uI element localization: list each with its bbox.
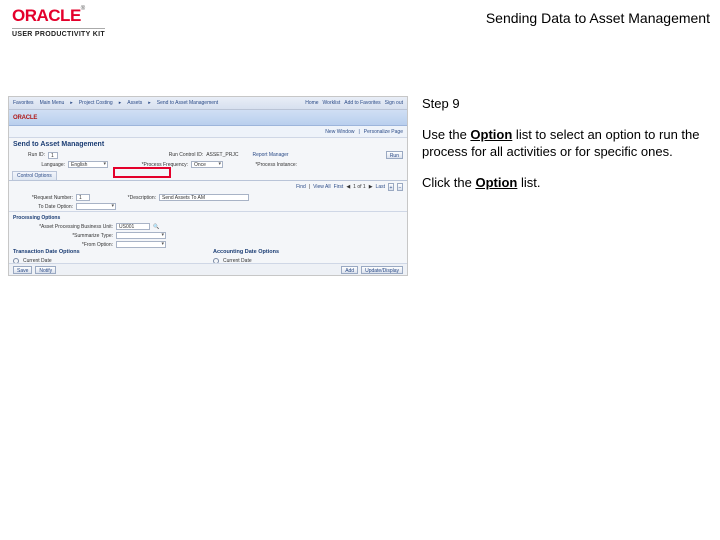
- logo-tm: ®: [81, 6, 85, 12]
- nav-last[interactable]: Last: [376, 184, 385, 190]
- app-top-nav: Favorites Main Menu ▸ Project Costing ▸ …: [9, 97, 407, 110]
- nav-assets[interactable]: Assets: [127, 100, 142, 106]
- field-desc[interactable]: Send Assets To AM: [159, 194, 249, 201]
- notify-button[interactable]: Notify: [35, 266, 56, 274]
- nav-first[interactable]: First: [334, 184, 344, 190]
- logo: ORACLE® USER PRODUCTIVITY KIT: [12, 6, 105, 38]
- link-find[interactable]: Find: [296, 184, 306, 190]
- field-runid[interactable]: 1: [48, 152, 58, 159]
- link-newwindow[interactable]: New Window: [325, 129, 354, 135]
- brand-text: ORACLE: [13, 115, 37, 121]
- run-button[interactable]: Run: [386, 151, 403, 159]
- nav-favorites[interactable]: Favorites: [13, 100, 34, 106]
- lbl-freq: *Process Frequency:: [130, 162, 188, 168]
- add-row-button[interactable]: +: [388, 183, 394, 191]
- sub-links: New Window | Personalize Page: [9, 126, 407, 138]
- logo-main: ORACLE: [12, 6, 81, 25]
- val-runcontrol: ASSET_PRJC: [206, 152, 238, 158]
- lookup-icon[interactable]: 🔍: [153, 224, 159, 230]
- tab-strip: Control Options: [9, 169, 407, 181]
- instruction-panel: Step 9 Use the Option list to select an …: [422, 96, 706, 276]
- col-title-accounting: Accounting Date Options: [213, 249, 403, 255]
- page-title: Sending Data to Asset Management: [486, 6, 710, 26]
- instr2-prefix: Click the: [422, 175, 475, 190]
- nav-pc[interactable]: Project Costing: [79, 100, 113, 106]
- screenshot-panel: Favorites Main Menu ▸ Project Costing ▸ …: [8, 96, 408, 276]
- lbl-runcontrol: Run Control ID:: [155, 152, 203, 158]
- lbl-summarize: *Summarize Type:: [13, 233, 113, 239]
- link-worklist[interactable]: Worklist: [323, 100, 341, 106]
- form-title: Send to Asset Management: [9, 138, 407, 150]
- app-footer: Save Notify Add Update/Display: [9, 263, 407, 275]
- instruction-1: Use the Option list to select an option …: [422, 127, 706, 161]
- brand-crumb: [402, 115, 403, 121]
- main: Favorites Main Menu ▸ Project Costing ▸ …: [0, 40, 720, 284]
- tdo-select[interactable]: [76, 203, 116, 210]
- col-title-transaction: Transaction Date Options: [13, 249, 203, 255]
- link-reportmgr[interactable]: Report Manager: [252, 152, 288, 158]
- instr2-bold: Option: [475, 175, 517, 190]
- link-viewall[interactable]: View All: [313, 184, 330, 190]
- lbl-bu: *Asset Processing Business Unit:: [13, 224, 113, 230]
- logo-sub: USER PRODUCTIVITY KIT: [12, 28, 105, 38]
- instr1-prefix: Use the: [422, 127, 470, 142]
- header: ORACLE® USER PRODUCTIVITY KIT Sending Da…: [0, 0, 720, 40]
- link-signout[interactable]: Sign out: [385, 100, 403, 106]
- instr1-bold: Option: [470, 127, 512, 142]
- grid-toolbar: Find | View All First ◀ 1 of 1 ▶ Last + …: [9, 181, 407, 193]
- instruction-2: Click the Option list.: [422, 175, 706, 192]
- lbl-option: *From Option:: [13, 242, 113, 248]
- brand-bar: ORACLE: [9, 110, 407, 126]
- nav-main[interactable]: Main Menu: [40, 100, 65, 106]
- option-select[interactable]: [116, 241, 166, 248]
- save-button[interactable]: Save: [13, 266, 32, 274]
- lbl-instance: *Process Instance:: [239, 162, 297, 168]
- field-bu[interactable]: US001: [116, 223, 150, 230]
- lbl-reqnum: *Request Number:: [13, 195, 73, 201]
- link-addfav[interactable]: Add to Favorites: [344, 100, 380, 106]
- summarize-select[interactable]: [116, 232, 166, 239]
- add-button[interactable]: Add: [341, 266, 358, 274]
- lbl-runid: Run ID:: [13, 152, 45, 158]
- language-select[interactable]: English: [68, 161, 108, 168]
- update-display-button[interactable]: Update/Display: [361, 266, 403, 274]
- del-row-button[interactable]: −: [397, 183, 403, 191]
- link-personalize[interactable]: Personalize Page: [364, 129, 403, 135]
- field-reqnum[interactable]: 1: [76, 194, 90, 201]
- link-home[interactable]: Home: [305, 100, 318, 106]
- instr2-suffix: list.: [517, 175, 540, 190]
- lbl-desc: *Description:: [116, 195, 156, 201]
- app-screenshot: Favorites Main Menu ▸ Project Costing ▸ …: [8, 96, 408, 276]
- nav-count: 1 of 1: [353, 184, 366, 190]
- tab-control-options[interactable]: Control Options: [12, 171, 57, 180]
- lbl-tdo: To Date Option:: [13, 204, 73, 210]
- lbl-language: Language:: [13, 162, 65, 168]
- freq-select[interactable]: Once: [191, 161, 223, 168]
- nav-send[interactable]: Send to Asset Management: [157, 100, 218, 106]
- step-label: Step 9: [422, 96, 706, 113]
- section-processing-options: Processing Options: [9, 211, 407, 222]
